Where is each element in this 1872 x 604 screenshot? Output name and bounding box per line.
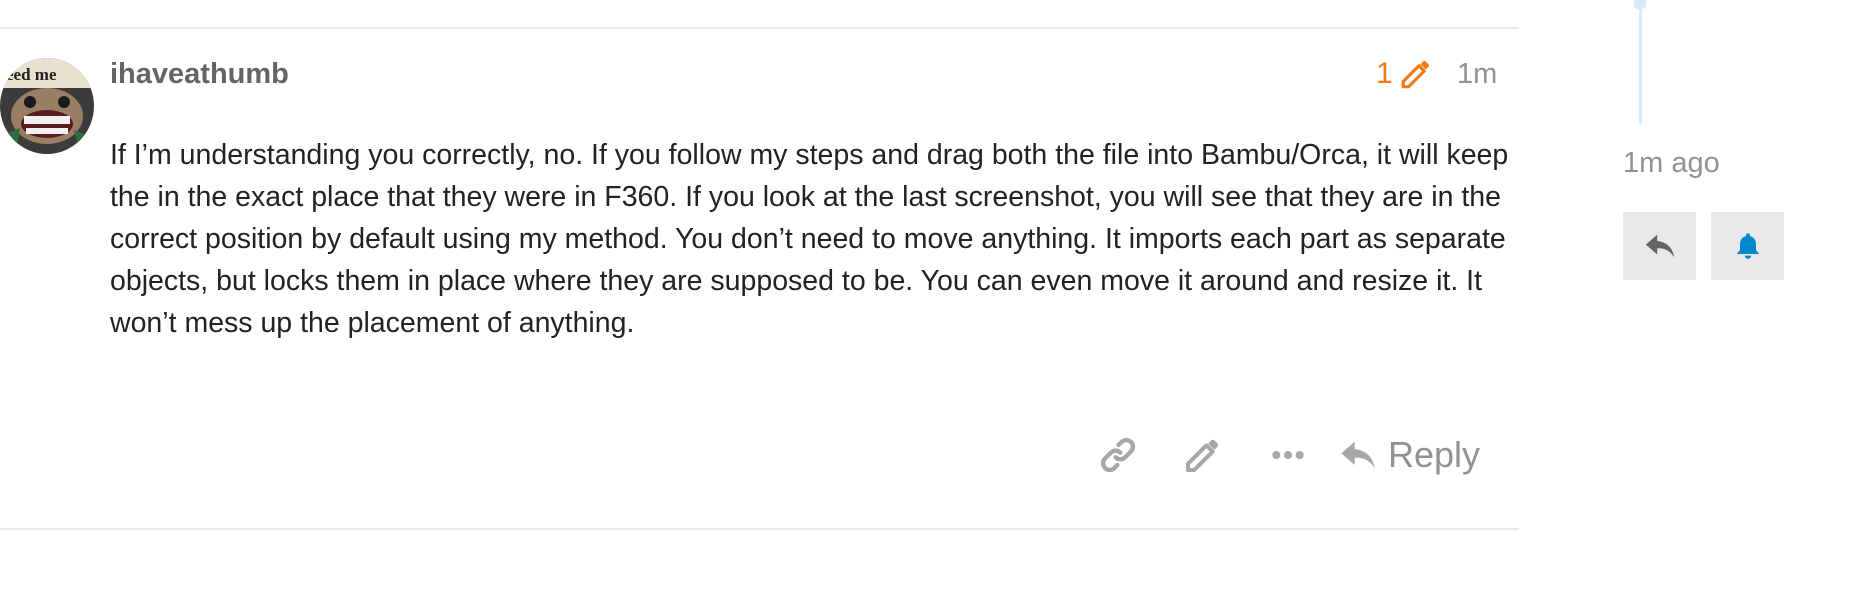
reply-label: Reply <box>1388 434 1481 475</box>
link-icon <box>1100 437 1136 473</box>
post-text: If I’m understanding you correctly, no. … <box>110 139 1509 339</box>
bell-icon <box>1736 233 1759 259</box>
post-age[interactable]: 1m <box>1457 55 1497 93</box>
post-body: If I’m understanding you correctly, no. … <box>110 134 1510 344</box>
ellipsis-icon <box>1272 451 1304 459</box>
post-actions: Reply <box>1090 430 1480 480</box>
pencil-icon <box>1186 439 1219 472</box>
avatar[interactable]: eed me <box>0 58 94 154</box>
avatar-lettering: eed me <box>6 65 57 84</box>
timeline-track[interactable] <box>1639 0 1642 124</box>
timeline-handle[interactable] <box>1634 0 1646 10</box>
post-bottom-divider <box>0 528 1519 530</box>
post-username[interactable]: ihaveathumb <box>110 56 289 92</box>
edit-count: 1 <box>1376 57 1393 90</box>
copy-link-button[interactable] <box>1090 435 1146 475</box>
timeline-ago: 1m ago <box>1623 147 1720 179</box>
pencil-icon <box>1401 60 1429 89</box>
post-top-divider <box>0 27 1519 29</box>
reply-icon <box>1645 234 1674 258</box>
reply-icon <box>1341 441 1375 469</box>
avatar-image: eed me <box>0 58 94 154</box>
notification-bell-button[interactable] <box>1711 212 1784 280</box>
edit-post-button[interactable] <box>1175 435 1231 475</box>
timeline-reply-button[interactable] <box>1623 212 1696 280</box>
reply-button[interactable]: Reply <box>1338 430 1480 480</box>
topic-page: eed me ihaveathumb 1 1m If I’m understan… <box>0 0 1872 604</box>
more-actions-button[interactable] <box>1260 435 1316 475</box>
edit-history-button[interactable]: 1 <box>1376 55 1433 93</box>
